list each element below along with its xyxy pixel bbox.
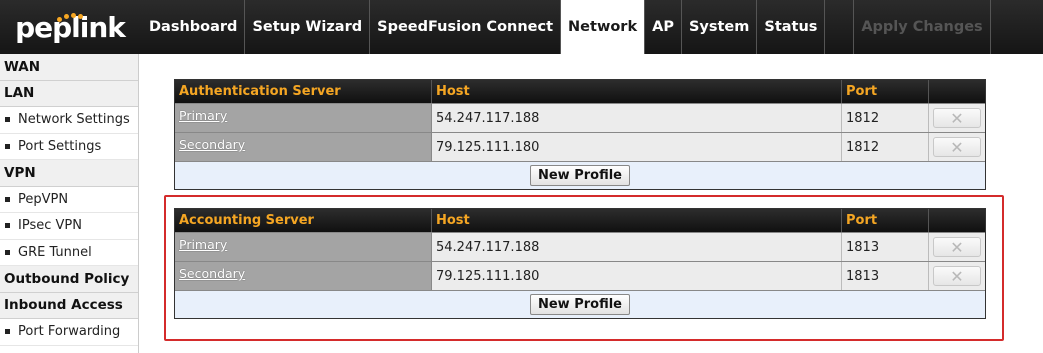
close-icon: ✕: [950, 237, 964, 257]
main-nav: Dashboard Setup Wizard SpeedFusion Conne…: [142, 0, 826, 54]
sidebar-item-gre-tunnel[interactable]: GRE Tunnel: [0, 239, 138, 266]
table-row: Secondary 79.125.111.180 1813 ✕: [175, 261, 985, 290]
nav-ap[interactable]: AP: [645, 0, 682, 54]
sidebar: WAN LAN Network Settings Port Settings V…: [0, 54, 139, 353]
new-profile-button[interactable]: New Profile: [529, 165, 630, 186]
peplink-logo[interactable]: peplink: [0, 0, 140, 54]
sidebar-section-wan[interactable]: WAN: [0, 54, 138, 81]
table-footer: New Profile: [175, 161, 985, 189]
sidebar-section-lan[interactable]: LAN: [0, 80, 138, 107]
bullet-icon: [5, 196, 10, 202]
host-cell: 79.125.111.180: [432, 262, 842, 290]
port-cell: 1813: [842, 233, 929, 261]
action-cell: ✕: [929, 133, 985, 161]
server-name-cell: Secondary: [175, 133, 432, 161]
port-cell: 1812: [842, 104, 929, 132]
delete-button[interactable]: ✕: [933, 137, 981, 157]
bullet-icon: [5, 223, 10, 229]
nav-speedfusion-connect[interactable]: SpeedFusion Connect: [370, 0, 562, 54]
sidebar-section-outbound-policy[interactable]: Outbound Policy: [0, 266, 138, 293]
action-cell: ✕: [929, 104, 985, 132]
server-profile-link[interactable]: Secondary: [179, 266, 245, 281]
sidebar-item-label: Port Forwarding: [18, 324, 121, 340]
server-name-cell: Primary: [175, 233, 432, 261]
nav-status[interactable]: Status: [757, 0, 826, 54]
action-cell: ✕: [929, 262, 985, 290]
sidebar-section-vpn[interactable]: VPN: [0, 160, 138, 187]
bullet-icon: [5, 117, 10, 123]
sidebar-section-inbound-access[interactable]: Inbound Access: [0, 292, 138, 319]
close-icon: ✕: [950, 266, 964, 286]
accounting-server-table: Accounting Server Host Port Primary 54.2…: [174, 208, 986, 319]
column-header-actions: [929, 80, 985, 103]
table-footer: New Profile: [175, 290, 985, 318]
server-name-cell: Primary: [175, 104, 432, 132]
authentication-server-table: Authentication Server Host Port Primary …: [174, 79, 986, 190]
sidebar-item-port-settings[interactable]: Port Settings: [0, 133, 138, 160]
sidebar-item-ipsec-vpn[interactable]: IPsec VPN: [0, 213, 138, 240]
bullet-icon: [5, 329, 10, 335]
server-profile-link[interactable]: Primary: [179, 237, 227, 252]
top-navigation-bar: peplink Dashboard Setup Wizard SpeedFusi…: [0, 0, 1043, 54]
port-cell: 1813: [842, 262, 929, 290]
server-name-cell: Secondary: [175, 262, 432, 290]
nav-dashboard[interactable]: Dashboard: [142, 0, 246, 54]
action-cell: ✕: [929, 233, 985, 261]
table-header: Accounting Server Host Port: [175, 209, 985, 232]
sidebar-item-label: Network Settings: [18, 112, 130, 128]
sidebar-item-label: PepVPN: [18, 191, 69, 207]
sidebar-item-label: Port Settings: [18, 138, 102, 154]
port-cell: 1812: [842, 133, 929, 161]
host-cell: 54.247.117.188: [432, 233, 842, 261]
server-profile-link[interactable]: Secondary: [179, 137, 245, 152]
sidebar-item-label: IPsec VPN: [18, 218, 82, 234]
new-profile-button[interactable]: New Profile: [529, 294, 630, 315]
column-header-host: Host: [432, 209, 842, 232]
sidebar-item-network-settings[interactable]: Network Settings: [0, 107, 138, 134]
bullet-icon: [5, 249, 10, 255]
delete-button[interactable]: ✕: [933, 108, 981, 128]
host-cell: 79.125.111.180: [432, 133, 842, 161]
sidebar-item-port-forwarding[interactable]: Port Forwarding: [0, 319, 138, 346]
column-header-server: Authentication Server: [175, 80, 432, 103]
column-header-server: Accounting Server: [175, 209, 432, 232]
table-row: Primary 54.247.117.188 1812 ✕: [175, 103, 985, 132]
delete-button[interactable]: ✕: [933, 266, 981, 286]
sidebar-item-pepvpn[interactable]: PepVPN: [0, 186, 138, 213]
table-row: Primary 54.247.117.188 1813 ✕: [175, 232, 985, 261]
close-icon: ✕: [950, 108, 964, 128]
server-profile-link[interactable]: Primary: [179, 108, 227, 123]
logo-dots-icon: [57, 12, 87, 23]
column-header-port: Port: [842, 209, 929, 232]
nav-system[interactable]: System: [682, 0, 758, 54]
bullet-icon: [5, 143, 10, 149]
sidebar-item-label: GRE Tunnel: [18, 244, 92, 260]
column-header-host: Host: [432, 80, 842, 103]
nav-network[interactable]: Network: [561, 0, 646, 54]
column-header-port: Port: [842, 80, 929, 103]
apply-changes-button[interactable]: Apply Changes: [853, 0, 991, 54]
delete-button[interactable]: ✕: [933, 237, 981, 257]
host-cell: 54.247.117.188: [432, 104, 842, 132]
close-icon: ✕: [950, 137, 964, 157]
table-row: Secondary 79.125.111.180 1812 ✕: [175, 132, 985, 161]
table-header: Authentication Server Host Port: [175, 80, 985, 103]
nav-setup-wizard[interactable]: Setup Wizard: [245, 0, 371, 54]
column-header-actions: [929, 209, 985, 232]
